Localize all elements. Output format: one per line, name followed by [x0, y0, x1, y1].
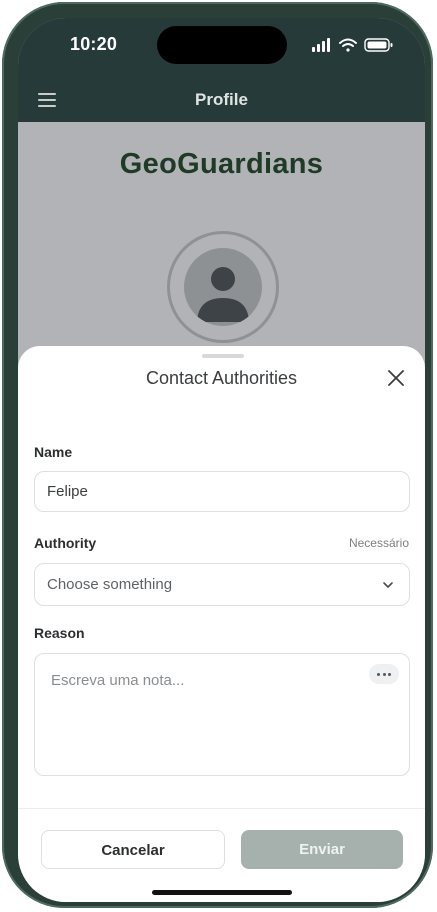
send-button[interactable]: Enviar: [241, 830, 403, 869]
dot: [388, 673, 391, 676]
close-icon[interactable]: [384, 366, 408, 390]
top-nav-bar: Profile: [18, 78, 425, 122]
dot: [382, 673, 386, 676]
authority-label: Authority: [34, 535, 97, 551]
page-title: Profile: [195, 90, 248, 109]
authority-placeholder: Choose something: [47, 576, 173, 593]
authority-select[interactable]: Choose something: [34, 563, 410, 606]
name-value: Felipe: [47, 483, 88, 500]
more-dots-icon[interactable]: [369, 664, 399, 684]
sheet-grabber[interactable]: [202, 354, 244, 358]
user-avatar-icon: [197, 267, 249, 322]
battery-icon: [364, 38, 393, 52]
name-label: Name: [34, 444, 73, 460]
contact-sheet: Contact Authorities Name Felipe Authorit…: [18, 346, 425, 902]
status-bar: 10:20: [18, 18, 425, 78]
avatar[interactable]: [184, 248, 262, 326]
phone-screen: 10:20 Profile GeoGuardians Contact Autho…: [18, 18, 425, 902]
reason-label: Reason: [34, 625, 85, 641]
dynamic-island: [157, 26, 287, 64]
phone-frame: 10:20 Profile GeoGuardians Contact Autho…: [2, 2, 433, 908]
name-field[interactable]: Felipe: [34, 471, 410, 512]
chevron-down-icon: [383, 582, 393, 588]
status-icons: [312, 38, 393, 52]
status-time: 10:20: [70, 34, 118, 54]
required-hint: Necessário: [348, 536, 409, 550]
home-indicator: [152, 890, 292, 895]
dot: [377, 673, 380, 676]
reason-textarea[interactable]: Escreva uma nota...: [34, 653, 410, 776]
footer-divider: [18, 808, 425, 809]
cancel-button[interactable]: Cancelar: [41, 830, 225, 869]
reason-placeholder: Escreva uma nota...: [51, 672, 185, 689]
wifi-icon: [339, 38, 357, 52]
sheet-title: Contact Authorities: [145, 368, 298, 388]
signal-icon: [312, 38, 330, 52]
brand-title: GeoGuardians: [119, 148, 324, 180]
